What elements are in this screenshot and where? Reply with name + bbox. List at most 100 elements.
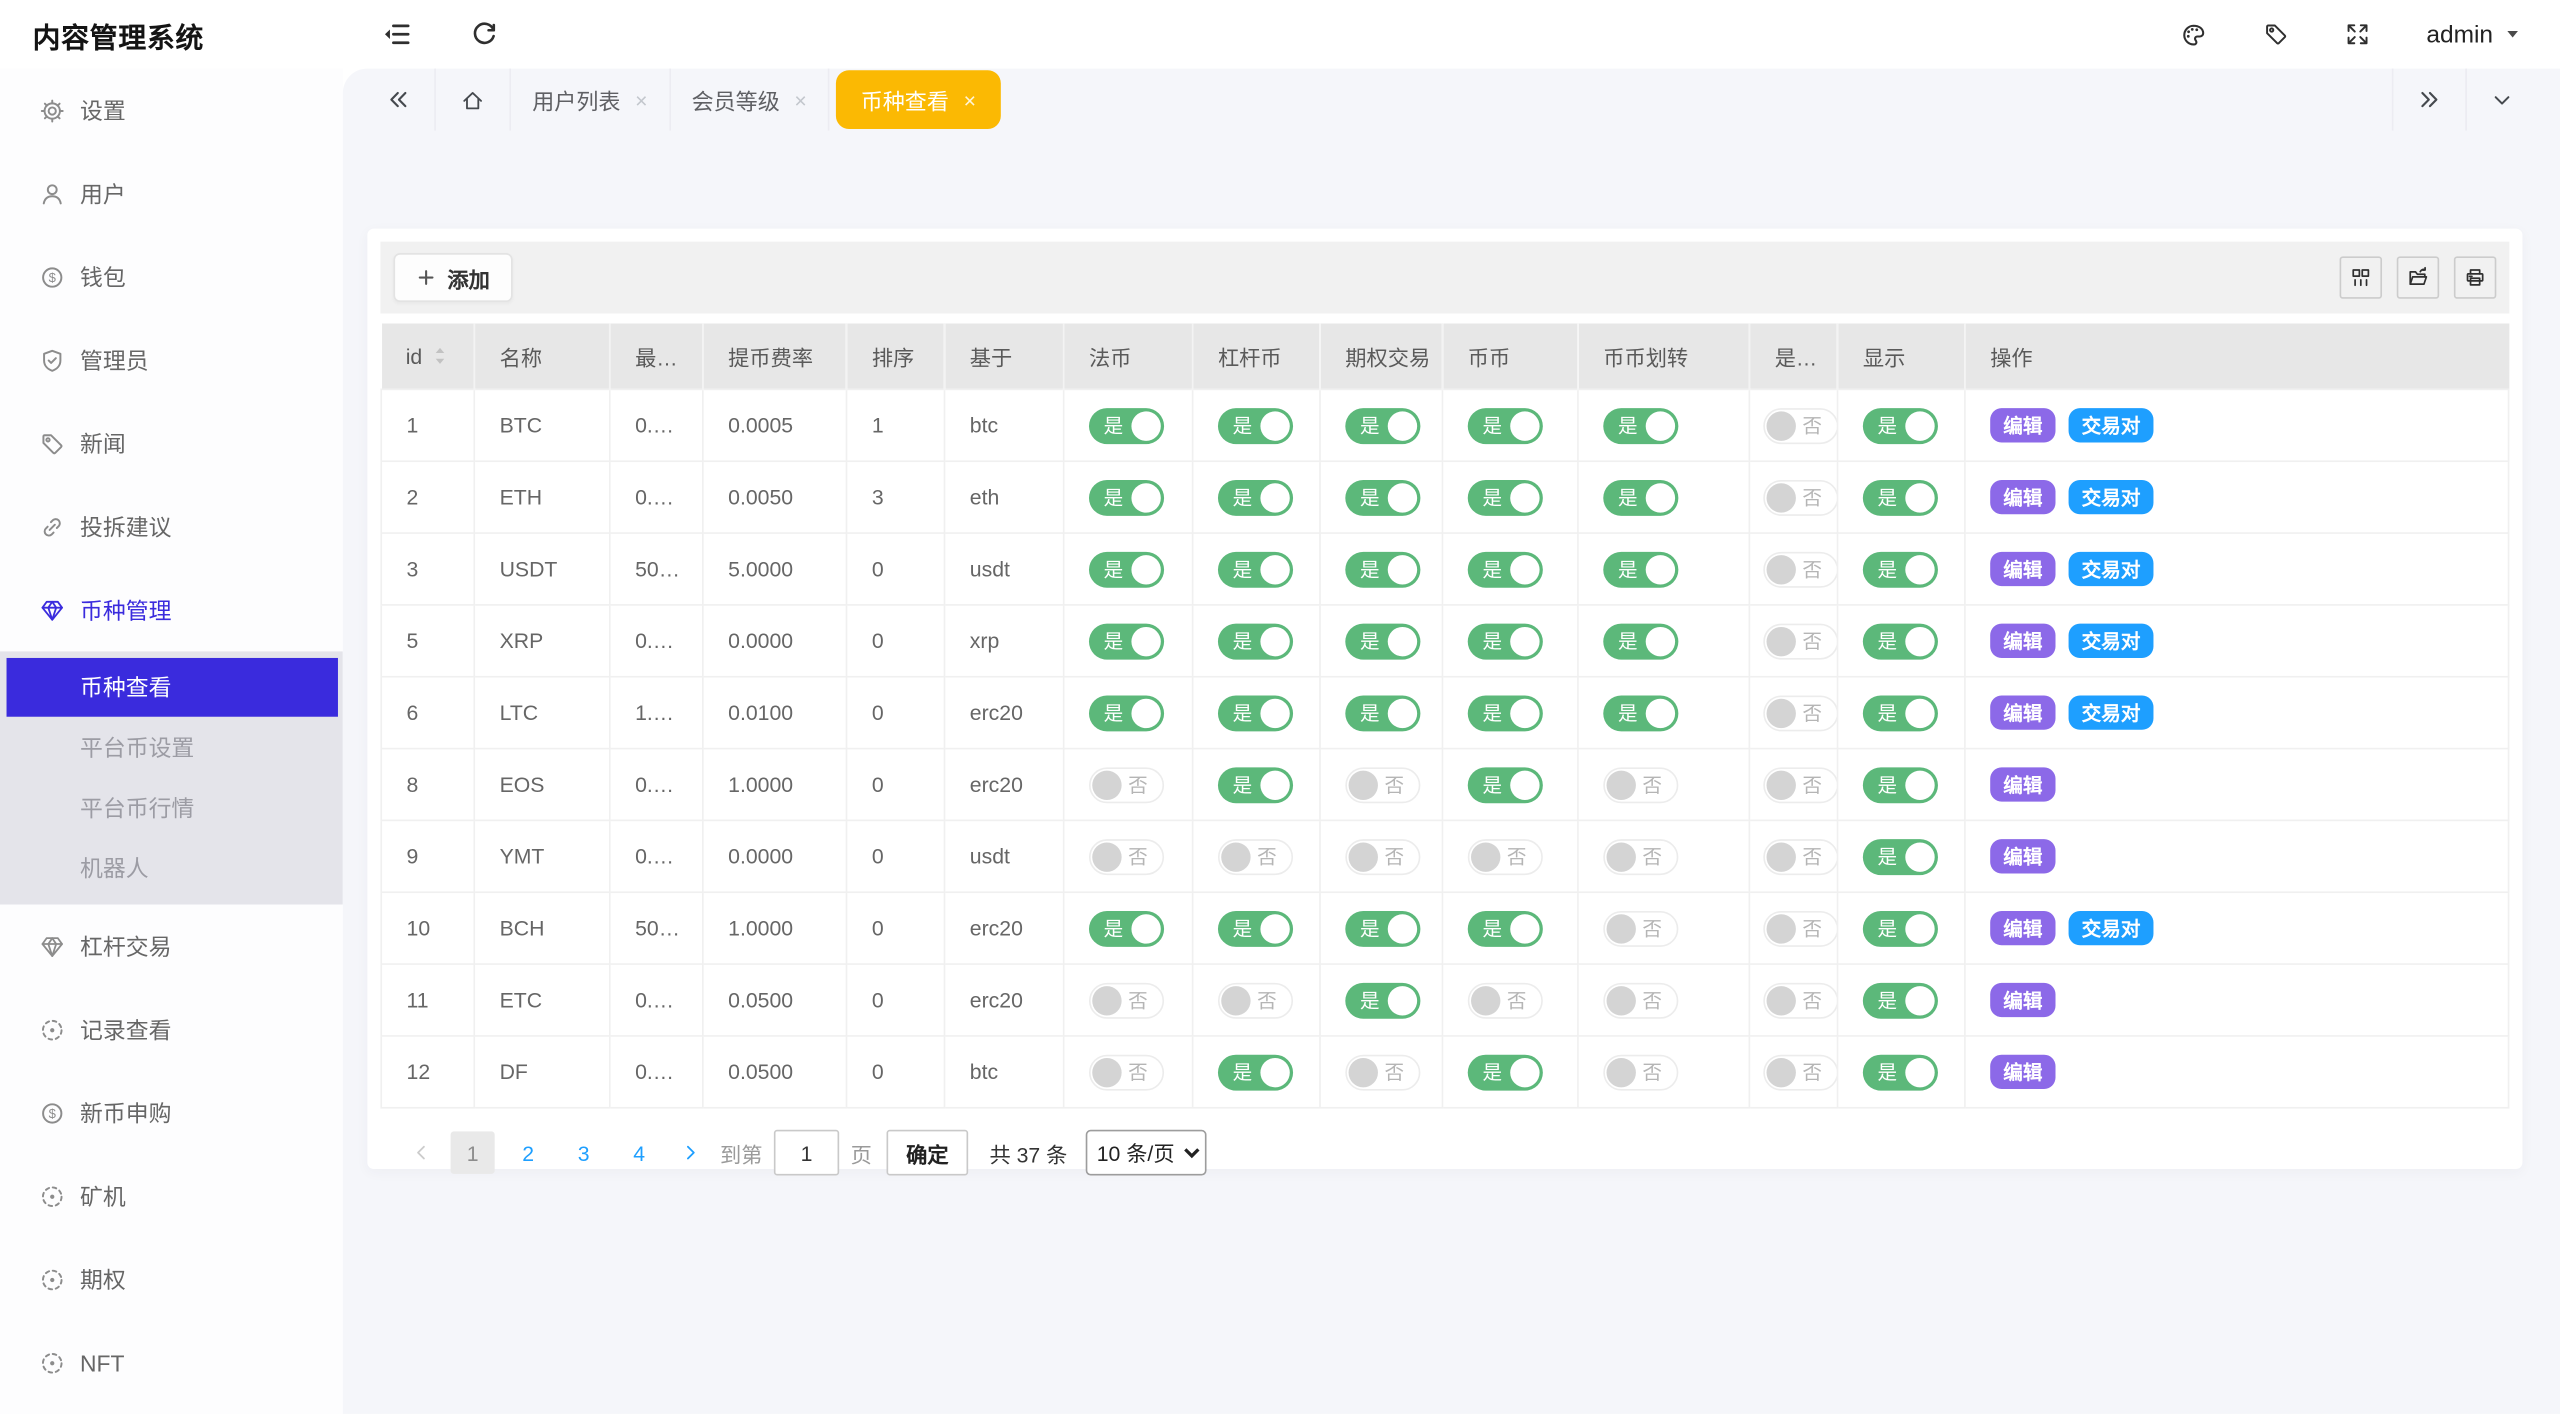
sidebar-subitem-platform-coin-settings[interactable]: 平台币设置: [0, 717, 343, 777]
toggle-leverage[interactable]: 是: [1218, 767, 1293, 803]
sidebar-subitem-platform-coin-market[interactable]: 平台币行情: [0, 777, 343, 837]
menu-fold-icon[interactable]: [382, 20, 411, 49]
toggle-listed[interactable]: 否: [1763, 1054, 1837, 1090]
edit-button[interactable]: 编辑: [1990, 1055, 2055, 1089]
toggle-show[interactable]: 是: [1863, 695, 1938, 731]
prev-page-button[interactable]: [403, 1131, 439, 1173]
page-number-4[interactable]: 4: [617, 1131, 661, 1173]
toggle-leverage[interactable]: 是: [1218, 695, 1293, 731]
toggle-listed[interactable]: 否: [1763, 479, 1837, 515]
toggle-fiat[interactable]: 是: [1089, 910, 1164, 946]
toggle-leverage[interactable]: 是: [1218, 479, 1293, 515]
pair-button[interactable]: 交易对: [2069, 408, 2154, 442]
toggle-spot[interactable]: 是: [1468, 695, 1543, 731]
tabs-scroll-right[interactable]: [2392, 69, 2465, 131]
toggle-options[interactable]: 是: [1345, 407, 1420, 443]
refresh-icon[interactable]: [470, 20, 498, 48]
next-page-button[interactable]: [673, 1131, 709, 1173]
toggle-options[interactable]: 是: [1345, 623, 1420, 659]
toggle-show[interactable]: 是: [1863, 838, 1938, 874]
toggle-leverage[interactable]: 否: [1218, 982, 1293, 1018]
toggle-spot[interactable]: 是: [1468, 479, 1543, 515]
tabs-menu[interactable]: [2465, 69, 2537, 131]
edit-button[interactable]: 编辑: [1990, 624, 2055, 658]
pair-button[interactable]: 交易对: [2069, 624, 2154, 658]
page-number-2[interactable]: 2: [506, 1131, 550, 1173]
sidebar-subitem-coin-view[interactable]: 币种查看: [7, 658, 338, 717]
toggle-fiat[interactable]: 是: [1089, 695, 1164, 731]
toggle-transfer[interactable]: 是: [1603, 407, 1678, 443]
toggle-options[interactable]: 否: [1345, 1054, 1420, 1090]
user-dropdown[interactable]: admin: [2426, 20, 2520, 48]
pair-button[interactable]: 交易对: [2069, 552, 2154, 586]
toggle-transfer[interactable]: 是: [1603, 695, 1678, 731]
toggle-listed[interactable]: 否: [1763, 838, 1837, 874]
toggle-transfer[interactable]: 否: [1603, 1054, 1678, 1090]
toggle-options[interactable]: 否: [1345, 767, 1420, 803]
toggle-spot[interactable]: 是: [1468, 623, 1543, 659]
toggle-listed[interactable]: 否: [1763, 982, 1837, 1018]
tab-close-icon[interactable]: ×: [635, 89, 647, 110]
theme-palette-icon[interactable]: [2180, 20, 2208, 48]
toggle-options[interactable]: 是: [1345, 695, 1420, 731]
sidebar-item-miner[interactable]: 矿机: [0, 1154, 343, 1237]
fullscreen-icon[interactable]: [2345, 21, 2371, 47]
sidebar-item-feedback[interactable]: 投拆建议: [0, 485, 343, 568]
toggle-listed[interactable]: 否: [1763, 551, 1837, 587]
toggle-listed[interactable]: 否: [1763, 910, 1837, 946]
sidebar-item-options[interactable]: 期权: [0, 1238, 343, 1321]
toggle-show[interactable]: 是: [1863, 479, 1938, 515]
toggle-fiat[interactable]: 是: [1089, 407, 1164, 443]
toggle-fiat[interactable]: 否: [1089, 982, 1164, 1018]
sort-icon[interactable]: [430, 344, 448, 367]
toggle-transfer[interactable]: 是: [1603, 623, 1678, 659]
toggle-spot[interactable]: 是: [1468, 1054, 1543, 1090]
edit-button[interactable]: 编辑: [1990, 839, 2055, 873]
toggle-options[interactable]: 是: [1345, 982, 1420, 1018]
sidebar-item-nft[interactable]: NFT: [0, 1321, 343, 1404]
tab-user-list[interactable]: 用户列表×: [511, 69, 670, 131]
tab-close-icon[interactable]: ×: [964, 89, 976, 110]
export-button[interactable]: [2397, 256, 2439, 298]
toggle-spot[interactable]: 是: [1468, 767, 1543, 803]
toggle-listed[interactable]: 否: [1763, 623, 1837, 659]
sidebar-subitem-robot[interactable]: 机器人: [0, 838, 343, 898]
toggle-show[interactable]: 是: [1863, 910, 1938, 946]
toggle-spot[interactable]: 是: [1468, 407, 1543, 443]
tab-member-level[interactable]: 会员等级×: [670, 69, 829, 131]
toggle-show[interactable]: 是: [1863, 623, 1938, 659]
tab-close-icon[interactable]: ×: [794, 89, 806, 110]
sidebar-item-wallet[interactable]: $钱包: [0, 235, 343, 318]
sidebar-item-leverage-trade[interactable]: 杠杆交易: [0, 904, 343, 987]
toggle-show[interactable]: 是: [1863, 767, 1938, 803]
toggle-transfer[interactable]: 是: [1603, 551, 1678, 587]
toggle-transfer[interactable]: 否: [1603, 910, 1678, 946]
toggle-spot[interactable]: 是: [1468, 551, 1543, 587]
sidebar-item-users[interactable]: 用户: [0, 152, 343, 235]
pair-button[interactable]: 交易对: [2069, 696, 2154, 730]
sidebar-item-new-coin[interactable]: $新币申购: [0, 1071, 343, 1154]
columns-filter-button[interactable]: [2340, 256, 2382, 298]
edit-button[interactable]: 编辑: [1990, 911, 2055, 945]
tabs-scroll-left[interactable]: [362, 69, 435, 131]
toggle-listed[interactable]: 否: [1763, 695, 1837, 731]
sidebar-item-news[interactable]: 新闻: [0, 402, 343, 485]
edit-button[interactable]: 编辑: [1990, 480, 2055, 514]
toggle-leverage[interactable]: 是: [1218, 551, 1293, 587]
toggle-transfer[interactable]: 否: [1603, 767, 1678, 803]
sidebar-item-coin-manage[interactable]: 币种管理: [0, 568, 343, 651]
confirm-button[interactable]: 确定: [887, 1130, 969, 1176]
edit-button[interactable]: 编辑: [1990, 552, 2055, 586]
sidebar-item-admins[interactable]: 管理员: [0, 318, 343, 401]
toggle-options[interactable]: 是: [1345, 910, 1420, 946]
toggle-spot[interactable]: 是: [1468, 910, 1543, 946]
toggle-options[interactable]: 否: [1345, 838, 1420, 874]
toggle-leverage[interactable]: 是: [1218, 910, 1293, 946]
toggle-fiat[interactable]: 是: [1089, 479, 1164, 515]
toggle-transfer[interactable]: 是: [1603, 479, 1678, 515]
pair-button[interactable]: 交易对: [2069, 480, 2154, 514]
edit-button[interactable]: 编辑: [1990, 408, 2055, 442]
toggle-show[interactable]: 是: [1863, 982, 1938, 1018]
pair-button[interactable]: 交易对: [2069, 911, 2154, 945]
tab-coin-view[interactable]: 币种查看×: [836, 70, 1000, 129]
